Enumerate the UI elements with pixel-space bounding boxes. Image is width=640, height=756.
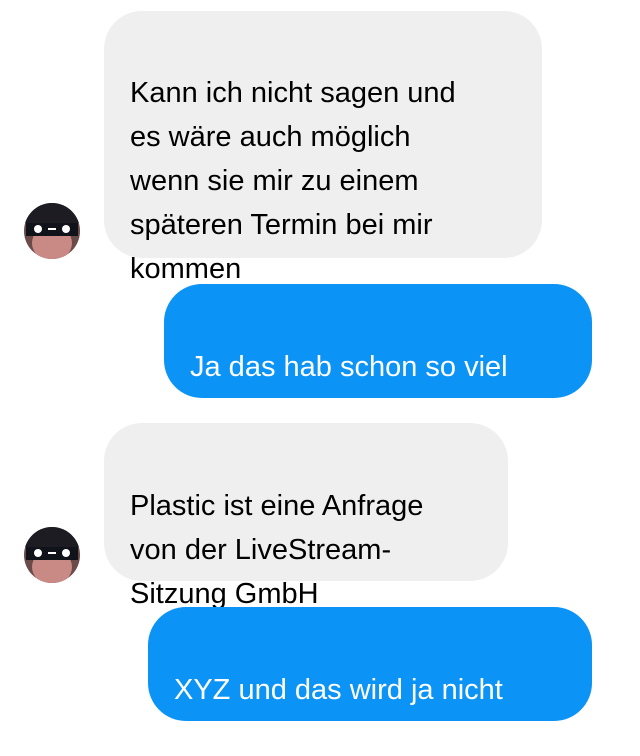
avatar-image: [24, 203, 80, 259]
message-text: Plastic ist eine Anfrage von der LiveStr…: [130, 490, 424, 610]
message-text: XYZ und das wird ja nicht so gut sein da…: [174, 674, 503, 750]
message-bubble-incoming[interactable]: Kann ich nicht sagen und es wäre auch mö…: [104, 11, 542, 285]
chat-thread: { "colors": { "incoming_bubble": "#efeff…: [0, 0, 640, 750]
message-text: Ja das hab schon so viel Spaß gemacht: [190, 351, 508, 427]
message-text: Kann ich nicht sagen und es wäre auch mö…: [130, 77, 456, 285]
avatar-image: [24, 527, 80, 583]
contact-avatar[interactable]: [24, 203, 80, 259]
message-bubble-outgoing[interactable]: XYZ und das wird ja nicht so gut sein da…: [148, 607, 592, 750]
message-bubble-outgoing[interactable]: Ja das hab schon so viel Spaß gemacht: [164, 284, 592, 427]
contact-avatar[interactable]: [24, 527, 80, 583]
message-bubble-incoming[interactable]: Plastic ist eine Anfrage von der LiveStr…: [104, 423, 508, 610]
